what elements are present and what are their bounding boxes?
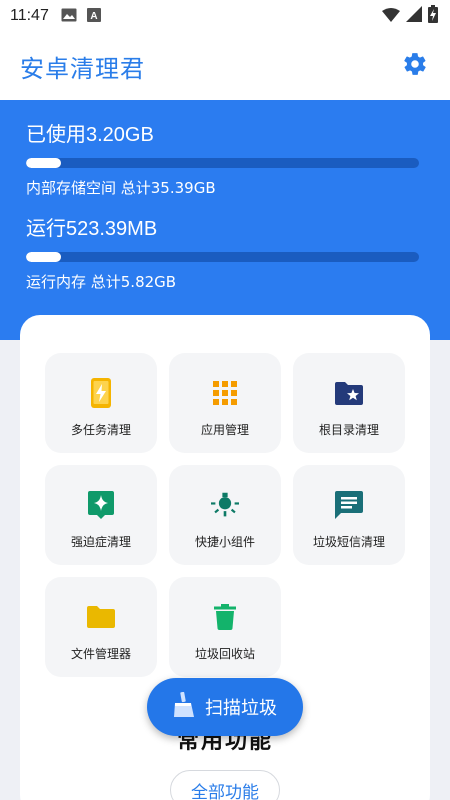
scan-junk-label: 扫描垃圾 bbox=[205, 698, 277, 719]
svg-text:A: A bbox=[90, 11, 97, 22]
tool-ocd-clean[interactable]: 强迫症清理 bbox=[45, 465, 157, 565]
memory-section: 运行523.39MB 运行内存 总计5.82GB bbox=[26, 216, 424, 292]
status-system-icons bbox=[382, 5, 438, 27]
sparkle-icon bbox=[87, 491, 115, 519]
apps-grid-icon bbox=[211, 379, 239, 407]
battery-icon bbox=[428, 5, 438, 27]
memory-progress-fill bbox=[26, 252, 61, 262]
tool-label: 强迫症清理 bbox=[70, 535, 131, 549]
image-icon bbox=[61, 7, 77, 26]
tool-label: 快捷小组件 bbox=[194, 535, 255, 549]
usage-panel: 已使用3.20GB 内部存储空间 总计35.39GB 运行523.39MB 运行… bbox=[0, 100, 450, 340]
tool-app-manager[interactable]: 应用管理 bbox=[169, 353, 281, 453]
scan-junk-button[interactable]: 扫描垃圾 bbox=[147, 678, 303, 736]
tool-root-clean[interactable]: 根目录清理 bbox=[293, 353, 405, 453]
storage-section: 已使用3.20GB 内部存储空间 总计35.39GB bbox=[26, 122, 424, 198]
storage-used-label: 已使用3.20GB bbox=[26, 124, 154, 146]
tool-label: 文件管理器 bbox=[70, 647, 131, 661]
tool-multitask-clean[interactable]: 多任务清理 bbox=[45, 353, 157, 453]
status-bar: 11:47 A bbox=[0, 0, 450, 32]
memory-progress-bar bbox=[26, 252, 419, 262]
memory-used-label: 运行523.39MB bbox=[26, 218, 158, 240]
app-bar: 安卓清理君 bbox=[0, 32, 450, 100]
storage-progress-bar bbox=[26, 158, 419, 168]
tool-recycle-bin[interactable]: 垃圾回收站 bbox=[169, 577, 281, 677]
folder-icon bbox=[87, 603, 115, 631]
storage-progress-fill bbox=[26, 158, 62, 168]
broom-icon bbox=[173, 691, 195, 723]
app-title: 安卓清理君 bbox=[20, 54, 145, 83]
phone-charging-icon bbox=[87, 378, 115, 408]
tool-label: 应用管理 bbox=[200, 423, 249, 437]
settings-button[interactable] bbox=[400, 51, 430, 81]
tools-grid: 多任务清理 应用管理 根目录清理 强迫症清理 快捷小组件 垃圾短信清理 文件管理… bbox=[45, 353, 405, 677]
status-notification-icons: A bbox=[61, 7, 101, 26]
tool-file-manager[interactable]: 文件管理器 bbox=[45, 577, 157, 677]
wifi-icon bbox=[382, 7, 400, 26]
tool-label: 垃圾短信清理 bbox=[312, 535, 385, 549]
tool-label: 多任务清理 bbox=[70, 423, 131, 437]
storage-total-label: 内部存储空间 总计35.39GB bbox=[26, 179, 216, 197]
lamp-icon bbox=[211, 491, 239, 519]
gear-icon bbox=[402, 51, 428, 81]
memory-total-label: 运行内存 总计5.82GB bbox=[26, 273, 177, 291]
signal-icon bbox=[406, 6, 422, 26]
tool-label: 垃圾回收站 bbox=[194, 647, 255, 661]
sms-icon bbox=[335, 491, 363, 519]
status-time: 11:47 bbox=[10, 7, 49, 24]
trash-icon bbox=[211, 603, 239, 631]
tool-label: 根目录清理 bbox=[318, 423, 379, 437]
all-functions-button[interactable]: 全部功能 bbox=[170, 770, 280, 800]
tool-sms-clean[interactable]: 垃圾短信清理 bbox=[293, 465, 405, 565]
tool-quick-widget[interactable]: 快捷小组件 bbox=[169, 465, 281, 565]
folder-star-icon bbox=[335, 379, 363, 407]
font-icon: A bbox=[86, 7, 101, 26]
